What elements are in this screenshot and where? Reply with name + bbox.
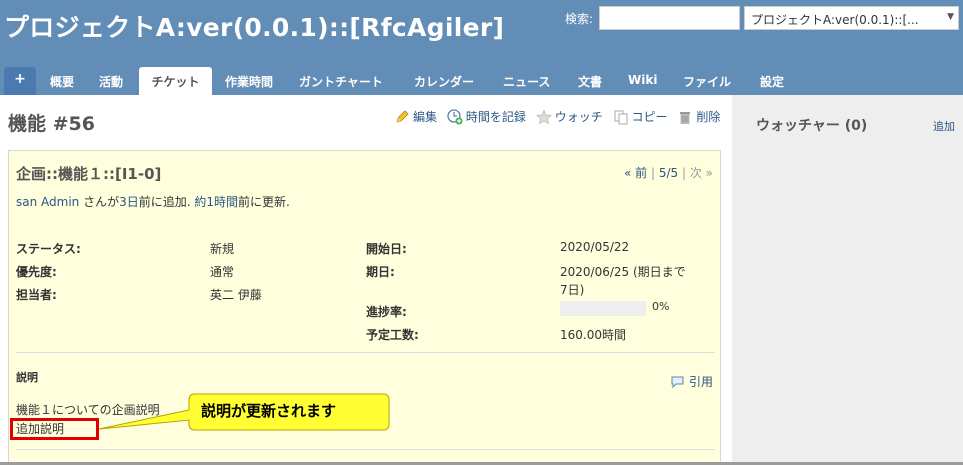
divider	[16, 449, 715, 450]
author-line: san Admin さんが3日前に追加. 約1時間前に更新.	[16, 193, 290, 210]
priority-value: 通常	[210, 265, 235, 279]
tab-wiki[interactable]: Wiki	[628, 67, 657, 95]
tab-activity[interactable]: 活動	[99, 67, 123, 95]
copy-icon	[614, 110, 628, 124]
main-menu: + 概要 活動 チケット 作業時間 ガントチャート カレンダー ニュース 文書 …	[0, 67, 963, 95]
add-watcher-link[interactable]: 追加	[933, 118, 955, 134]
divider	[16, 352, 715, 353]
tab-documents[interactable]: 文書	[578, 67, 602, 95]
updated-link[interactable]: 約1時間	[194, 195, 238, 209]
project-title: プロジェクトA:ver(0.0.1)::[RfcAgiler]	[4, 13, 505, 42]
log-time-button[interactable]: 時間を記録	[447, 108, 526, 125]
start-date-label: 開始日:	[366, 242, 407, 256]
chevron-down-icon: ▼	[947, 12, 954, 22]
watch-button[interactable]: ウォッチ	[535, 108, 603, 125]
status-value: 新規	[210, 242, 235, 256]
project-jump-select[interactable]: プロジェクトA:ver(0.0.1)::[... ▼	[744, 6, 959, 30]
comment-icon	[671, 376, 684, 388]
author-text: さんが	[79, 195, 120, 209]
updated-text: 前に更新.	[238, 195, 290, 209]
author-link[interactable]: san Admin	[16, 195, 79, 209]
edit-button[interactable]: 編集	[394, 108, 437, 125]
tab-gantt[interactable]: ガントチャート	[299, 67, 383, 95]
assignee-label: 担当者:	[16, 288, 57, 302]
header: プロジェクトA:ver(0.0.1)::[RfcAgiler] 検索: プロジェ…	[0, 0, 963, 95]
quote-button[interactable]: 引用	[670, 373, 713, 390]
star-icon	[535, 109, 552, 124]
due-date-label: 期日:	[366, 265, 395, 279]
watchers-title: ウォッチャー (0)	[756, 118, 868, 134]
estimated-hours-value: 160.00時間	[560, 328, 626, 342]
progress-label: 進捗率:	[366, 305, 407, 319]
search-label: 検索:	[565, 12, 594, 26]
callout-text: 説明が更新されます	[201, 402, 337, 420]
issue-position[interactable]: 5/5	[659, 166, 678, 180]
prev-link[interactable]: « 前	[624, 166, 647, 180]
pencil-icon	[396, 109, 409, 123]
tab-settings[interactable]: 設定	[760, 67, 784, 95]
tab-issues[interactable]: チケット	[139, 67, 212, 95]
trash-icon	[680, 111, 691, 124]
sidebar: ウォッチャー (0) 追加	[732, 95, 963, 465]
next-link[interactable]: 次 »	[690, 166, 713, 180]
estimated-hours-label: 予定工数:	[366, 328, 419, 342]
new-object-button[interactable]: +	[4, 67, 36, 95]
contextual-actions: 編集 時間を記録 ウォッチ コピー 削除	[388, 108, 720, 128]
search-input[interactable]	[599, 6, 740, 30]
tab-overview[interactable]: 概要	[50, 67, 74, 95]
description-label: 説明	[16, 371, 38, 384]
clock-add-icon	[447, 108, 463, 124]
added-text: 前に追加.	[138, 195, 195, 209]
highlight-box	[10, 418, 99, 440]
priority-label: 優先度:	[16, 265, 57, 279]
page-title: 機能 #56	[8, 113, 95, 135]
delete-button[interactable]: 削除	[677, 108, 720, 125]
added-link[interactable]: 3日	[119, 195, 139, 209]
progress-bar	[560, 301, 646, 316]
issue-navigation: « 前 | 5/5 | 次 »	[624, 166, 713, 180]
tab-time-entries[interactable]: 作業時間	[225, 67, 273, 95]
status-label: ステータス:	[16, 242, 81, 256]
tab-calendar[interactable]: カレンダー	[414, 67, 474, 95]
project-jump-value: プロジェクトA:ver(0.0.1)::[...	[751, 13, 919, 27]
assignee-link[interactable]: 英二 伊藤	[210, 286, 262, 303]
start-date-value: 2020/05/22	[560, 240, 630, 254]
tab-files[interactable]: ファイル	[683, 67, 731, 95]
due-date-value: 2020/06/25 (期日まで	[560, 265, 686, 279]
tab-news[interactable]: ニュース	[503, 67, 550, 95]
issue-subject: 企画::機能１::[I1-0]	[16, 165, 162, 183]
due-date-remaining: 7日)	[560, 283, 585, 297]
progress-percent: 0%	[652, 300, 670, 313]
copy-button[interactable]: コピー	[613, 108, 668, 125]
